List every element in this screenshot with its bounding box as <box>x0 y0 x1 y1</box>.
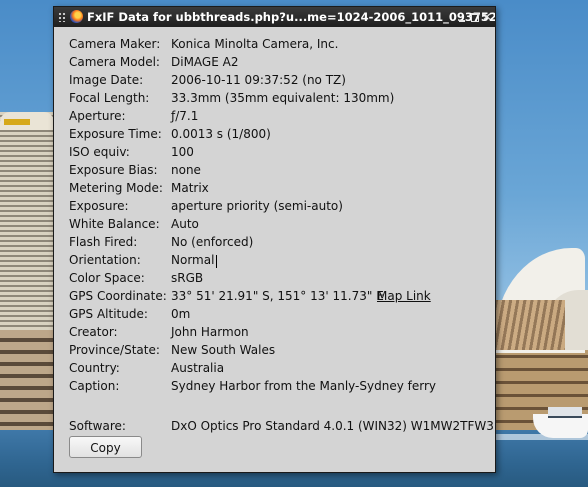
exif-label: Image Date: <box>69 73 144 87</box>
low-building <box>0 330 54 430</box>
exif-value[interactable]: Sydney Harbor from the Manly-Sydney ferr… <box>171 379 436 393</box>
exif-label: Province/State: <box>69 343 160 357</box>
exif-label: Flash Fired: <box>69 235 138 249</box>
exif-value[interactable]: Konica Minolta Camera, Inc. <box>171 37 338 51</box>
exif-label: Orientation: <box>69 253 141 267</box>
exif-label: Creator: <box>69 325 118 339</box>
exif-value[interactable]: 0.0013 s (1/800) <box>171 127 271 141</box>
close-button[interactable]: × <box>481 7 493 27</box>
fxif-dialog: FxIF Data for ubbthreads.php?u...me=1024… <box>53 6 496 473</box>
exif-label: Camera Model: <box>69 55 160 69</box>
opera-house-ribs <box>495 300 565 350</box>
exif-label: GPS Coordinate: <box>69 289 167 303</box>
building-sign <box>4 119 30 125</box>
exif-value[interactable]: 0m <box>171 307 190 321</box>
exif-value[interactable]: DxO Optics Pro Standard 4.0.1 (WIN32) W1… <box>171 419 494 433</box>
exif-value[interactable]: Matrix <box>171 181 209 195</box>
map-link[interactable]: Map Link <box>377 289 431 303</box>
exif-label: GPS Altitude: <box>69 307 148 321</box>
exif-label: Exposure Bias: <box>69 163 158 177</box>
exif-value[interactable]: Auto <box>171 217 199 231</box>
highrise-building <box>0 112 54 332</box>
grip-dots-icon[interactable] <box>58 12 66 22</box>
minimize-button[interactable] <box>456 7 468 27</box>
exif-value[interactable]: Australia <box>171 361 224 375</box>
exif-value[interactable]: aperture priority (semi-auto) <box>171 199 343 213</box>
exif-label: Software: <box>69 419 126 433</box>
firefox-icon <box>70 10 83 23</box>
window-title: FxIF Data for ubbthreads.php?u...me=1024… <box>87 10 495 24</box>
exif-value[interactable]: 2006-10-11 09:37:52 (no TZ) <box>171 73 346 87</box>
exif-value[interactable]: sRGB <box>171 271 203 285</box>
exif-label: Exposure Time: <box>69 127 162 141</box>
exif-value[interactable]: John Harmon <box>171 325 249 339</box>
exif-value[interactable]: 33° 51' 21.91" S, 151° 13' 11.73" E <box>171 289 384 303</box>
exif-content: Camera Maker: Konica Minolta Camera, Inc.… <box>54 27 495 472</box>
exif-value[interactable]: DiMAGE A2 <box>171 55 238 69</box>
exif-value[interactable]: 100 <box>171 145 194 159</box>
exif-label: Country: <box>69 361 120 375</box>
exif-label: ISO equiv: <box>69 145 130 159</box>
exif-value[interactable]: none <box>171 163 201 177</box>
text-cursor <box>216 255 217 268</box>
exif-value[interactable]: No (enforced) <box>171 235 253 249</box>
exif-value[interactable]: Normal <box>171 253 214 267</box>
exif-label: White Balance: <box>69 217 160 231</box>
exif-label: Focal Length: <box>69 91 150 105</box>
exif-label: Exposure: <box>69 199 129 213</box>
exif-label: Caption: <box>69 379 120 393</box>
exif-value[interactable]: New South Wales <box>171 343 275 357</box>
exif-label: Aperture: <box>69 109 126 123</box>
title-bar[interactable]: FxIF Data for ubbthreads.php?u...me=1024… <box>54 7 495 27</box>
exif-label: Color Space: <box>69 271 145 285</box>
maximize-button[interactable] <box>469 7 481 27</box>
exif-value[interactable]: ƒ/7.1 <box>171 109 198 123</box>
exif-label: Camera Maker: <box>69 37 161 51</box>
exif-value[interactable]: 33.3mm (35mm equivalent: 130mm) <box>171 91 394 105</box>
copy-button[interactable]: Copy <box>69 436 142 458</box>
exif-label: Metering Mode: <box>69 181 163 195</box>
ferry-cabin <box>548 407 582 418</box>
